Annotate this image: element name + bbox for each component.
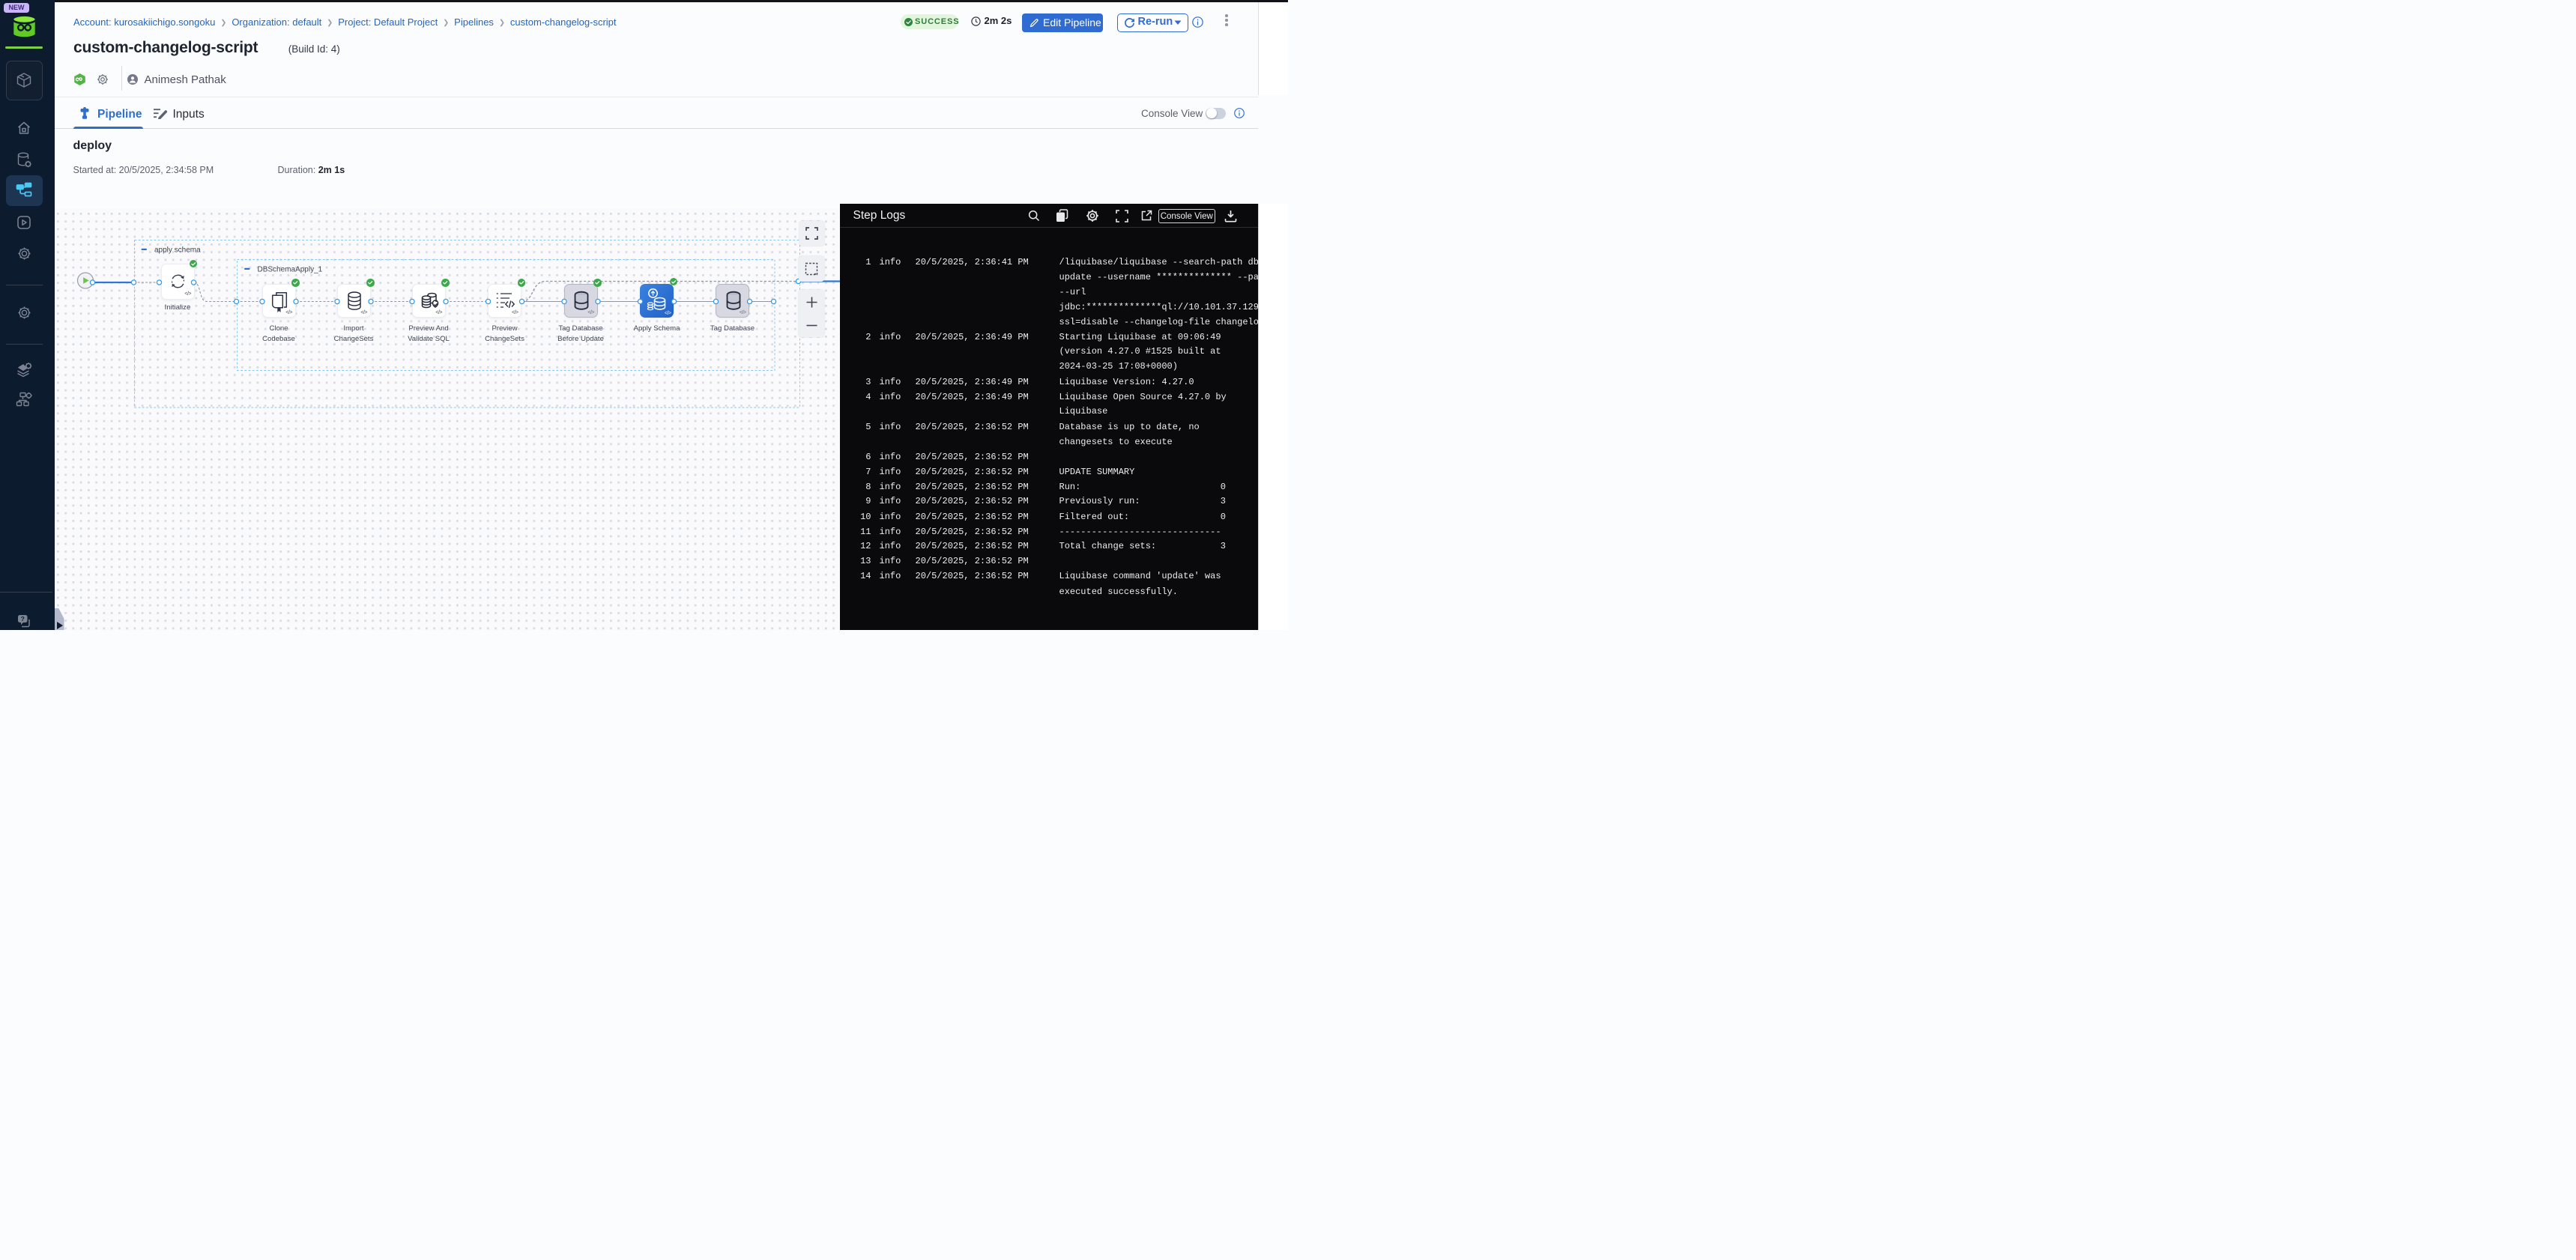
svg-text:apply schema: apply schema <box>154 246 201 254</box>
svg-text:?: ? <box>21 615 25 623</box>
svg-text:DBSchemaApply_1: DBSchemaApply_1 <box>257 265 322 273</box>
